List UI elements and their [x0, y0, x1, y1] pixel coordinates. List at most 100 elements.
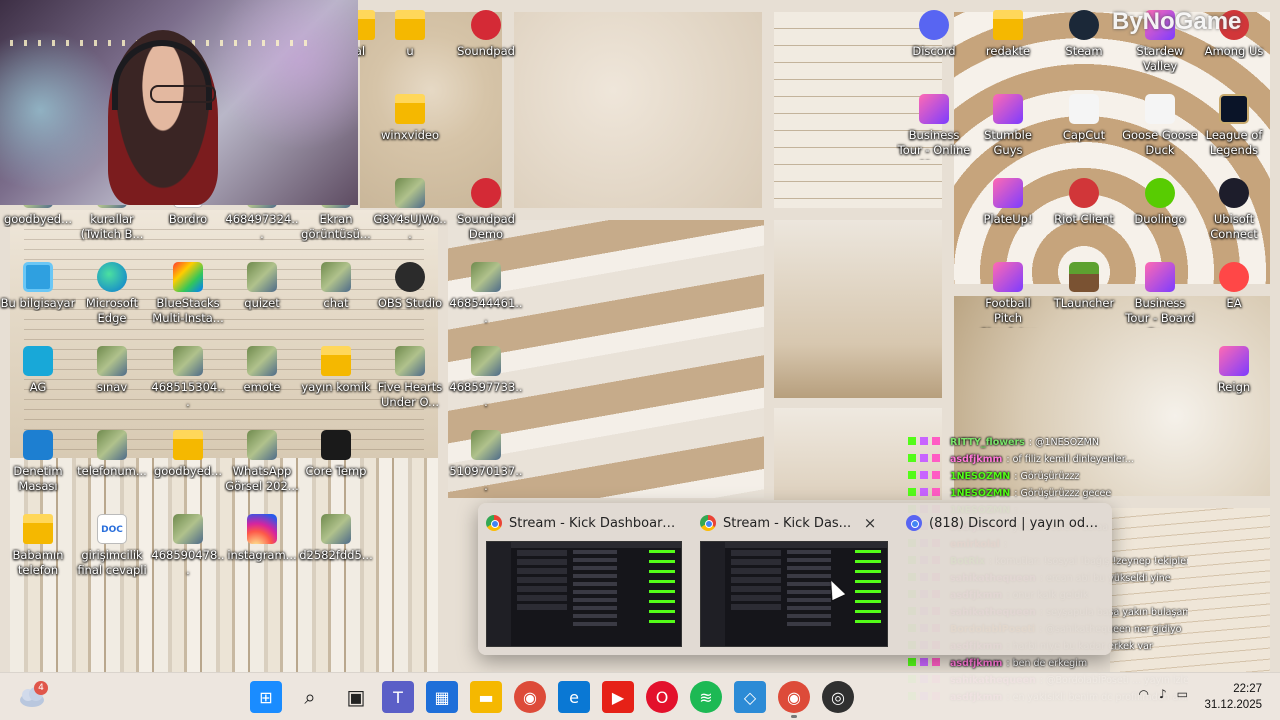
plateup-icon	[993, 178, 1023, 208]
desktop-icon-label: chat	[323, 296, 349, 310]
desktop-icon-label: u	[406, 44, 414, 58]
obs-icon	[395, 262, 425, 292]
volume-icon[interactable]: ♪	[1159, 687, 1167, 701]
battery-icon[interactable]: ▭	[1177, 687, 1188, 701]
webcam-overlay	[0, 0, 358, 205]
desktop-icon[interactable]: Babamın telefon	[0, 514, 76, 578]
store-icon[interactable]: ▦	[426, 681, 458, 713]
desktop-icon[interactable]: redakte	[970, 10, 1046, 59]
desktop-icon[interactable]: 468590478...	[150, 514, 226, 578]
desktop-icon[interactable]: Riot Client	[1046, 178, 1122, 227]
desktop-icon[interactable]: goodbyed...	[150, 430, 226, 479]
desktop-icon[interactable]: G8Y4sUJWo...	[372, 178, 448, 242]
ag-icon	[23, 346, 53, 376]
desktop-icon[interactable]: 468544461...	[448, 262, 524, 326]
desktop-icon[interactable]: Ubisoft Connect	[1196, 178, 1272, 242]
system-clock[interactable]: 22:27 31.12.2025	[1204, 681, 1262, 713]
wallpaper-vases	[774, 220, 942, 398]
preview-thumbnail	[486, 541, 682, 647]
desktop-icon[interactable]: Denetim Masası	[0, 430, 76, 494]
chat-username: 1NESOZMN	[950, 471, 1011, 482]
desktop-icon-label: Denetim Masası	[13, 464, 63, 493]
desktop-icon[interactable]: instagram...	[224, 514, 300, 563]
desktop-icon[interactable]: OBS Studio	[372, 262, 448, 311]
spotify-icon[interactable]: ≋	[690, 681, 722, 713]
edge-icon[interactable]: e	[558, 681, 590, 713]
desktop-icon[interactable]: DOC girişimcilik final cevapli	[74, 514, 150, 578]
preview-card-kick-dashboard-2[interactable]: Stream - Kick Das... ×	[692, 503, 888, 655]
desktop-icon-label: WhatsApp Görsel 202...	[225, 464, 299, 493]
folder-icon	[395, 94, 425, 124]
desktop-icon[interactable]: quizet	[224, 262, 300, 311]
windows-start-icon[interactable]: ⊞	[250, 681, 282, 713]
desktop-icon[interactable]: Duolingo	[1122, 178, 1198, 227]
desktop-icon-label: Duolingo	[1134, 212, 1186, 226]
wifi-icon[interactable]: ◠	[1139, 687, 1149, 701]
desktop-icon[interactable]: 468515304...	[150, 346, 226, 410]
folder-icon	[321, 346, 351, 376]
desktop-icon-label: Business Tour - Online Mu...	[897, 128, 971, 160]
desktop-icon[interactable]: u	[372, 10, 448, 59]
desktop-icon[interactable]: Soundpad Demo	[448, 178, 524, 242]
youtube-icon[interactable]: ▶	[602, 681, 634, 713]
desktop-icon[interactable]: League of Legends	[1196, 94, 1272, 158]
desktop-icon[interactable]: Stumble Guys	[970, 94, 1046, 158]
chat-message: 1NESOZMN: Görüşürüzzz	[908, 468, 1188, 485]
desktop-icon[interactable]: Business Tour - Board Ga...	[1122, 262, 1198, 328]
desktop-icon[interactable]: d2582fdd5...	[298, 514, 374, 563]
chrome-icon[interactable]: ◉	[514, 681, 546, 713]
opera-icon[interactable]: O	[646, 681, 678, 713]
taskbar-preview-popup[interactable]: Stream - Kick Dashboard -... Stream - Ki…	[478, 503, 1112, 655]
desktop-icon[interactable]: Steam	[1046, 10, 1122, 59]
preview-card-kick-dashboard[interactable]: Stream - Kick Dashboard -...	[478, 503, 690, 655]
file-explorer-icon[interactable]: ▬	[470, 681, 502, 713]
search-icon[interactable]: ⌕	[294, 681, 326, 713]
desktop-icon[interactable]: Five Hearts Under O...	[372, 346, 448, 410]
desktop-icon[interactable]: winxvideo	[372, 94, 448, 143]
desktop-icon[interactable]: sınav	[74, 346, 150, 395]
desktop-icon[interactable]: TLauncher	[1046, 262, 1122, 311]
desktop-icon-label: girişimcilik final cevapli	[77, 548, 147, 577]
desktop-icon[interactable]: 468597733...	[448, 346, 524, 410]
task-view-icon[interactable]: ▣	[340, 681, 372, 713]
desktop-icon-label: d2582fdd5...	[299, 548, 373, 562]
desktop-icon[interactable]: Football Pitch Simulator	[970, 262, 1046, 328]
soundpad-icon	[471, 10, 501, 40]
desktop-icon[interactable]: BlueStacks Multi-Insta...	[150, 262, 226, 326]
chat-badge-icon	[908, 658, 948, 666]
chat-message: asdfjkmm: of filiz kemil dinleyenler...	[908, 451, 1188, 468]
desktop-icon[interactable]: yayın komik	[298, 346, 374, 395]
desktop-icon[interactable]: PlateUp!	[970, 178, 1046, 227]
chrome-icon[interactable]: ◉	[778, 681, 810, 718]
desktop-icon[interactable]: WhatsApp Görsel 202...	[224, 430, 300, 494]
desktop-icon[interactable]: Goose Goose Duck	[1122, 94, 1198, 158]
desktop-icon-label: instagram...	[227, 548, 297, 562]
system-tray[interactable]: ◠ ♪ ▭	[1139, 687, 1189, 701]
app-icon[interactable]: ◇	[734, 681, 766, 713]
obs-icon[interactable]: ◎	[822, 681, 854, 713]
game-icon	[1145, 262, 1175, 292]
desktop-icon[interactable]: chat	[298, 262, 374, 311]
desktop-icon[interactable]: Discord	[896, 10, 972, 59]
desktop-icon[interactable]: Reign	[1196, 346, 1272, 395]
weather-widget[interactable]: 4	[18, 681, 48, 711]
desktop-icon-label: AG	[29, 380, 47, 394]
desktop-icon[interactable]: 510970137...	[448, 430, 524, 494]
close-icon[interactable]: ×	[860, 513, 880, 533]
teams-icon[interactable]: T	[382, 681, 414, 713]
desktop-icon-label: Business Tour - Board Ga...	[1125, 296, 1195, 328]
desktop-icon-label: Microsoft Edge	[85, 296, 139, 325]
preview-card-discord[interactable]: (818) Discord | yayın odası...	[898, 503, 1112, 655]
desktop-icon[interactable]: Core Temp	[298, 430, 374, 479]
desktop-icon[interactable]: CapCut	[1046, 94, 1122, 143]
desktop-icon[interactable]: emote	[224, 346, 300, 395]
desktop-icon[interactable]: EA	[1196, 262, 1272, 311]
desktop-icon[interactable]: Bu bilgisayar	[0, 262, 76, 311]
clock-time: 22:27	[1233, 683, 1262, 695]
desktop-icon[interactable]: Microsoft Edge	[74, 262, 150, 326]
desktop-icon[interactable]: telefonum...	[74, 430, 150, 479]
desktop-icon-label: yayın komik	[301, 380, 371, 394]
desktop-icon[interactable]: AG	[0, 346, 76, 395]
desktop-icon[interactable]: Business Tour - Online Mu...	[896, 94, 972, 160]
desktop-icon[interactable]: Soundpad	[448, 10, 524, 59]
